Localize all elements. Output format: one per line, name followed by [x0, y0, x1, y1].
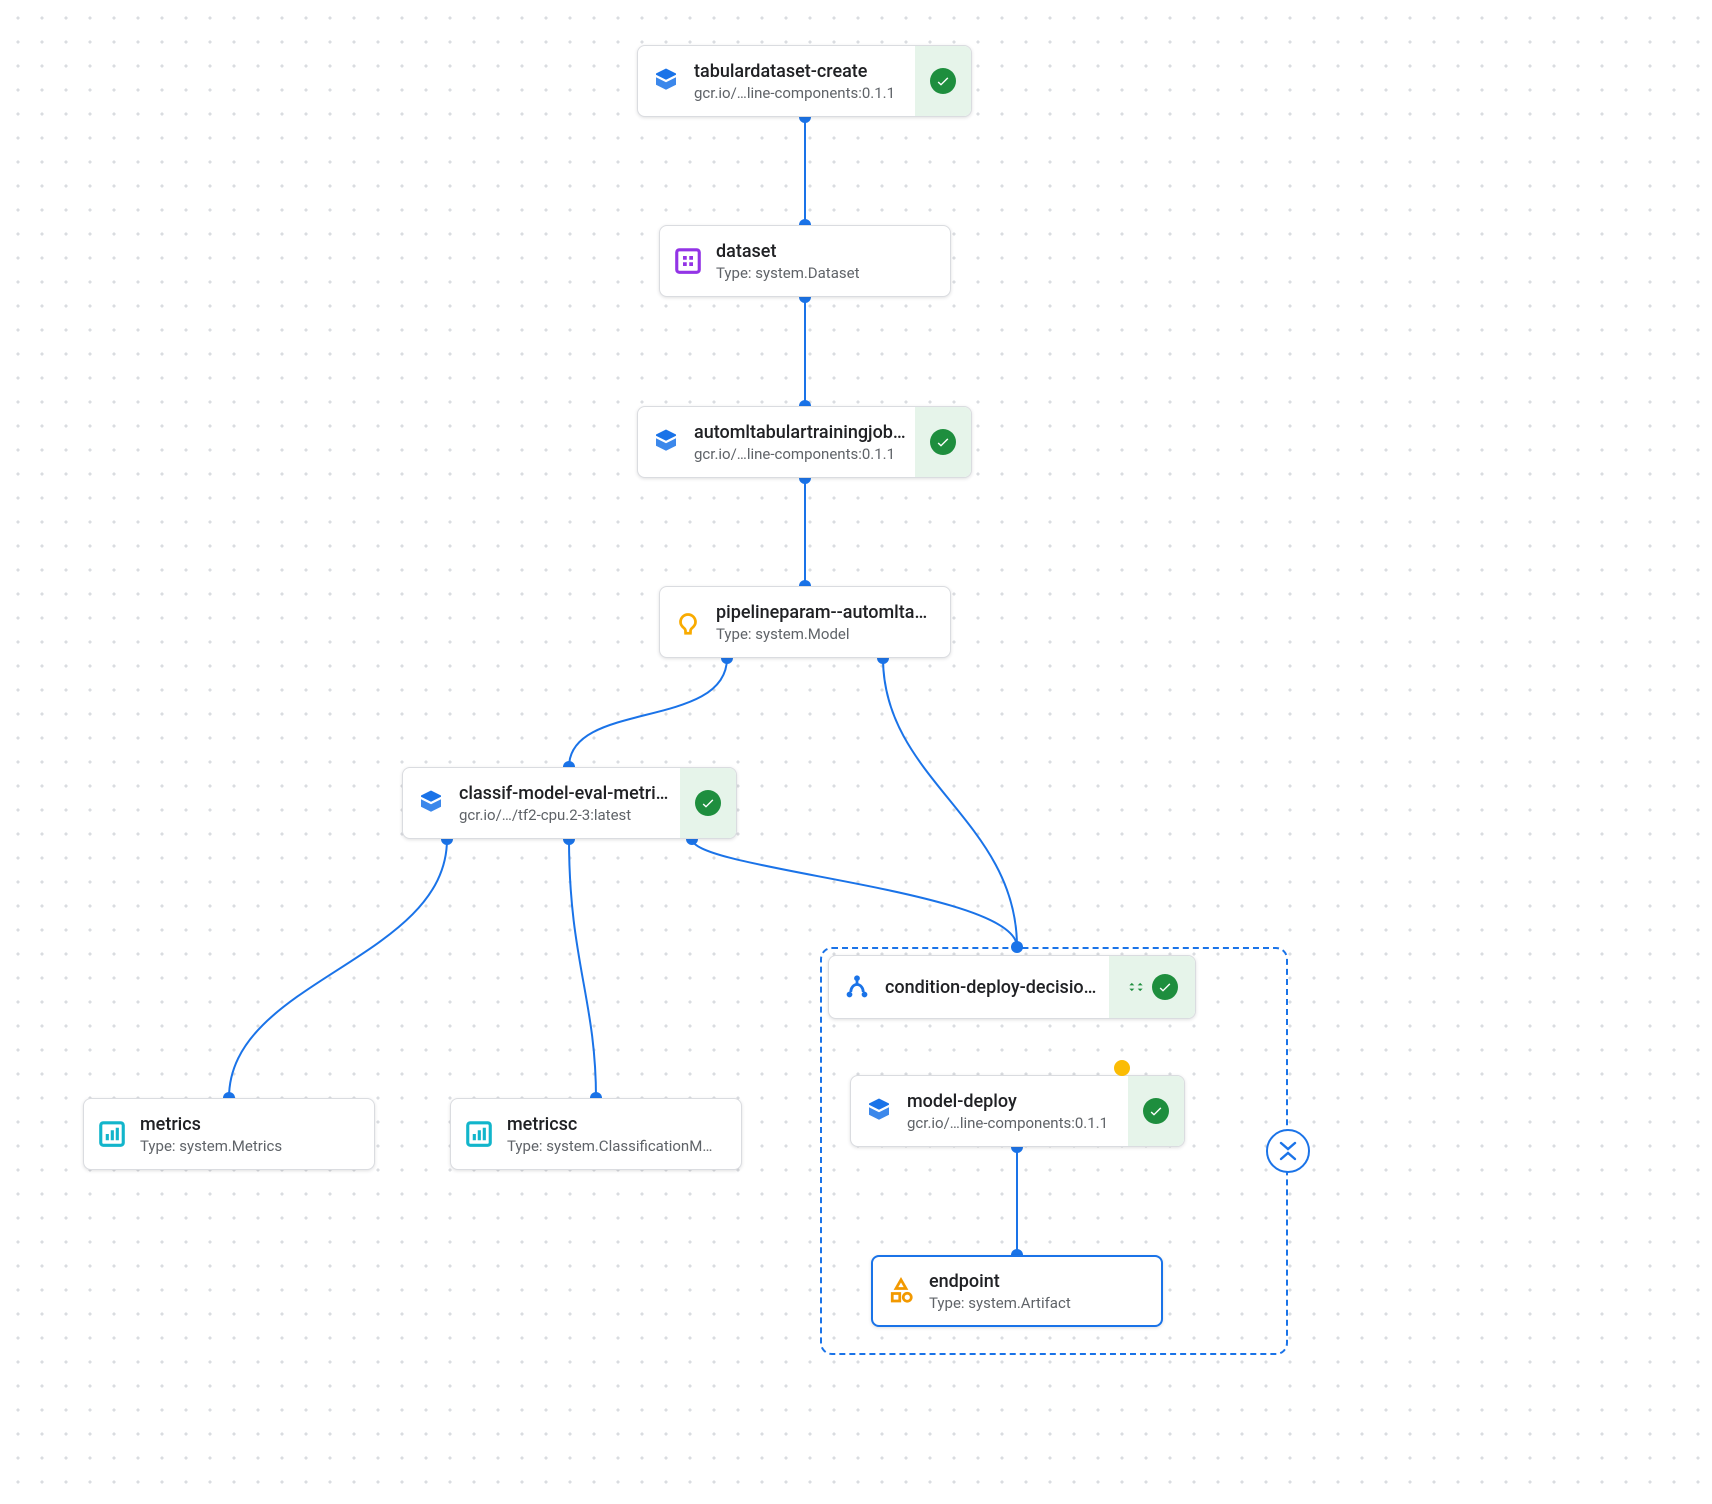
- status-success: [1109, 956, 1195, 1018]
- node-title: pipelineparam--automlta…: [716, 602, 942, 623]
- node-condition-deploy[interactable]: condition-deploy-decisio…: [828, 955, 1196, 1019]
- node-subtitle: Type: system.Dataset: [716, 264, 942, 282]
- component-icon: [638, 46, 694, 116]
- metrics-icon: [84, 1099, 140, 1169]
- check-icon: [930, 429, 956, 455]
- collapse-group-button[interactable]: [1266, 1129, 1310, 1173]
- check-icon: [1152, 974, 1178, 1000]
- component-icon: [638, 407, 694, 477]
- status-success: [680, 768, 736, 838]
- node-subtitle: gcr.io/…/tf2-cpu.2-3:latest: [459, 806, 672, 824]
- node-title: metricsc: [507, 1114, 733, 1135]
- chevron-up-icon: [1279, 1151, 1297, 1161]
- node-title: classif-model-eval-metrics: [459, 783, 672, 804]
- node-endpoint[interactable]: endpoint Type: system.Artifact: [871, 1255, 1163, 1327]
- dataset-icon: [660, 226, 716, 296]
- node-title: metrics: [140, 1114, 366, 1135]
- node-tabulardataset-create[interactable]: tabulardataset-create gcr.io/…line-compo…: [637, 45, 972, 117]
- node-title: model-deploy: [907, 1091, 1120, 1112]
- node-metricsc[interactable]: metricsc Type: system.ClassificationM…: [450, 1098, 742, 1170]
- node-subtitle: Type: system.ClassificationM…: [507, 1137, 733, 1155]
- node-subtitle: Type: system.Artifact: [929, 1294, 1153, 1312]
- component-icon: [403, 768, 459, 838]
- pipeline-graph-canvas[interactable]: tabulardataset-create gcr.io/…line-compo…: [0, 0, 1712, 1504]
- model-icon: [660, 587, 716, 657]
- warning-indicator: [1114, 1060, 1130, 1076]
- metrics-icon: [451, 1099, 507, 1169]
- node-title: dataset: [716, 241, 942, 262]
- component-icon: [851, 1076, 907, 1146]
- node-dataset[interactable]: dataset Type: system.Dataset: [659, 225, 951, 297]
- node-subtitle: Type: system.Model: [716, 625, 942, 643]
- node-subtitle: gcr.io/…line-components:0.1.1: [694, 445, 907, 463]
- check-icon: [930, 68, 956, 94]
- artifact-icon: [873, 1257, 929, 1325]
- node-pipelineparam[interactable]: pipelineparam--automlta… Type: system.Mo…: [659, 586, 951, 658]
- node-title: automltabulartrainingjob…: [694, 422, 907, 443]
- expand-icon: [1126, 977, 1146, 997]
- status-success: [915, 46, 971, 116]
- node-subtitle: gcr.io/…line-components:0.1.1: [907, 1114, 1120, 1132]
- status-success: [1128, 1076, 1184, 1146]
- condition-icon: [829, 956, 885, 1018]
- check-icon: [695, 790, 721, 816]
- node-model-deploy[interactable]: model-deploy gcr.io/…line-components:0.1…: [850, 1075, 1185, 1147]
- node-classif-eval[interactable]: classif-model-eval-metrics gcr.io/…/tf2-…: [402, 767, 737, 839]
- node-subtitle: gcr.io/…line-components:0.1.1: [694, 84, 907, 102]
- status-success: [915, 407, 971, 477]
- chevron-down-icon: [1279, 1141, 1297, 1151]
- node-title: condition-deploy-decisio…: [885, 977, 1101, 998]
- node-metrics[interactable]: metrics Type: system.Metrics: [83, 1098, 375, 1170]
- node-title: tabulardataset-create: [694, 61, 907, 82]
- node-title: endpoint: [929, 1271, 1153, 1292]
- node-automl-training[interactable]: automltabulartrainingjob… gcr.io/…line-c…: [637, 406, 972, 478]
- node-subtitle: Type: system.Metrics: [140, 1137, 366, 1155]
- check-icon: [1143, 1098, 1169, 1124]
